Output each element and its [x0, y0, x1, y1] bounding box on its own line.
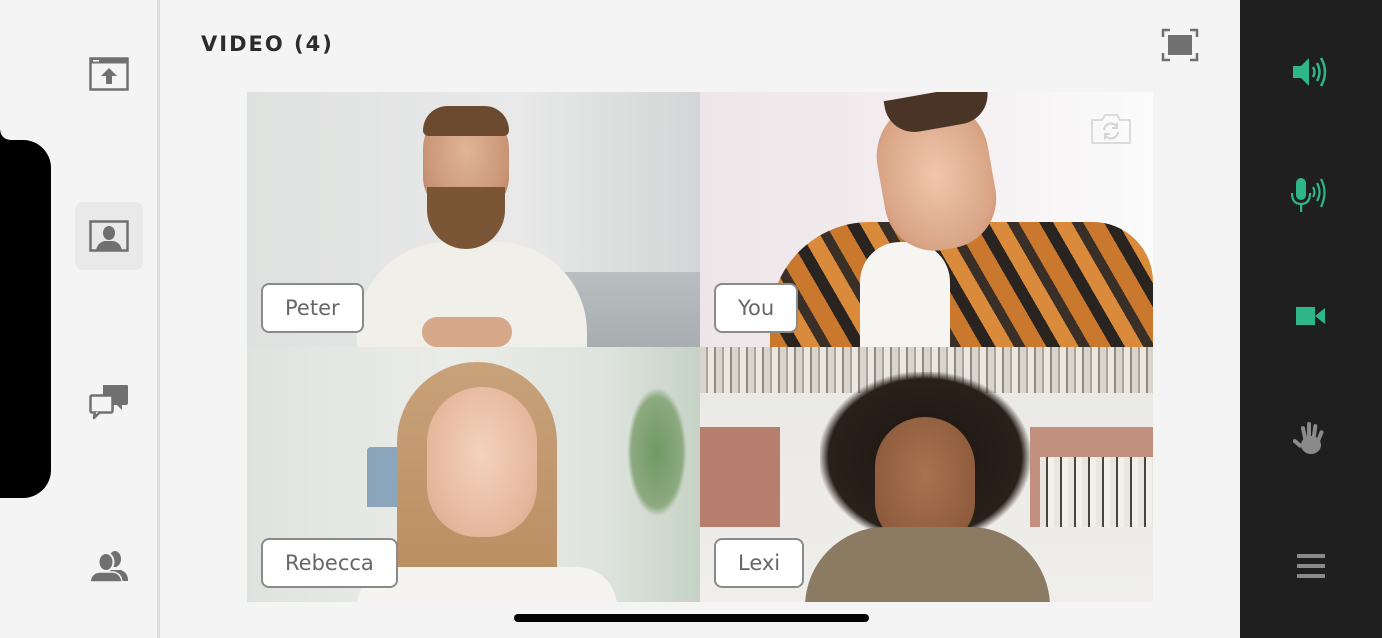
rail-divider: [157, 0, 160, 638]
hand-icon: [1293, 422, 1324, 454]
app-root: VIDEO (4) Peter You Rebecca Lexi: [0, 0, 1382, 638]
participant-name-tag: Peter: [261, 283, 364, 333]
video-tile-lexi[interactable]: Lexi: [700, 347, 1153, 602]
chat-bubbles-icon: [89, 385, 128, 420]
switch-camera-button[interactable]: [1089, 112, 1133, 146]
meeting-controls-bar: [1240, 0, 1382, 638]
video-camera-icon: [1296, 307, 1325, 325]
hamburger-menu-icon: [1297, 554, 1325, 578]
speaker-icon: [1293, 57, 1327, 87]
video-tile-you[interactable]: You: [700, 92, 1153, 347]
participant-tshirt: [860, 242, 950, 347]
fullscreen-icon: [1161, 28, 1199, 62]
video-grid: Peter You Rebecca Lexi: [247, 92, 1153, 602]
video-button[interactable]: [75, 202, 143, 270]
speaker-button[interactable]: [1276, 42, 1346, 102]
microphone-icon: [1291, 178, 1326, 212]
raise-hand-button[interactable]: [1276, 408, 1346, 468]
camera-switch-icon: [1091, 114, 1131, 144]
participant-face: [427, 387, 537, 537]
attendees-button[interactable]: [75, 532, 143, 600]
brick-wall: [700, 427, 780, 527]
video-portrait-icon: [89, 220, 129, 252]
background-plant: [627, 387, 687, 517]
people-icon: [89, 551, 128, 583]
participant-hands: [422, 317, 512, 347]
share-screen-button[interactable]: [75, 40, 143, 108]
video-tile-rebecca[interactable]: Rebecca: [247, 347, 700, 602]
chat-button[interactable]: [75, 368, 143, 436]
video-tile-peter[interactable]: Peter: [247, 92, 700, 347]
bookshelf-books: [1040, 457, 1153, 527]
menu-button[interactable]: [1276, 536, 1346, 596]
fullscreen-button[interactable]: [1161, 28, 1199, 62]
left-navigation-rail: [0, 0, 158, 638]
home-indicator: [514, 614, 869, 622]
participant-hair: [423, 106, 509, 136]
device-notch: [0, 130, 51, 498]
participant-name-tag: Rebecca: [261, 538, 398, 588]
participant-name-tag: You: [714, 283, 799, 333]
participant-name-tag: Lexi: [714, 538, 805, 588]
microphone-button[interactable]: [1276, 165, 1346, 225]
camera-button[interactable]: [1276, 286, 1346, 346]
upload-window-icon: [89, 57, 129, 91]
page-title: VIDEO (4): [201, 32, 334, 56]
